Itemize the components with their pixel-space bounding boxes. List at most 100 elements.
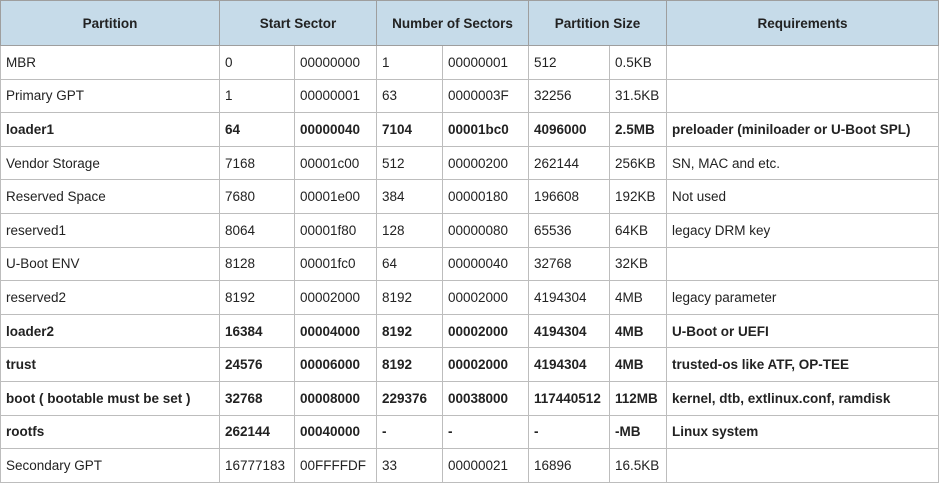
table-row: trust 24576 00006000 8192 00002000 4194304 4MB… — [0, 347, 939, 382]
table-row: loader2 16384 00004000 8192 00002000 4194304 4… — [0, 313, 939, 349]
cell-start-sector-hex: 00000000 — [294, 45, 377, 80]
cell-partition: rootfs — [0, 414, 220, 450]
cell-partition: reserved2 — [0, 280, 220, 315]
cell-number-of-sectors-hex: 00002000 — [442, 347, 529, 382]
partition-table: Partition Start Sector Number of Sectors… — [0, 0, 939, 483]
cell-size-human: 64KB — [608, 212, 668, 248]
cell-size-bytes: 32768 — [528, 246, 610, 282]
cell-partition: Vendor Storage — [0, 145, 220, 181]
cell-start-sector-dec: 64 — [219, 112, 295, 147]
cell-number-of-sectors-dec: 128 — [376, 212, 443, 248]
cell-start-sector-dec: 0 — [219, 45, 295, 80]
cell-number-of-sectors-dec: 7104 — [376, 112, 443, 147]
cell-size-human: 4MB — [608, 313, 668, 349]
table-row: reserved2 8192 00002000 8192 00002000 4194304… — [0, 280, 939, 315]
cell-size-human: 256KB — [608, 145, 668, 181]
cell-requirements: preloader (miniloader or U-Boot SPL) — [666, 112, 939, 147]
cell-number-of-sectors-hex: 00000080 — [442, 212, 529, 248]
cell-number-of-sectors-hex: 0000003F — [442, 78, 529, 114]
cell-partition: loader2 — [0, 313, 220, 349]
cell-requirements: legacy parameter — [666, 280, 939, 315]
cell-start-sector-dec: 8064 — [219, 212, 295, 248]
cell-start-sector-hex: 00001e00 — [294, 179, 377, 214]
cell-requirements — [666, 78, 939, 114]
cell-requirements: Not used — [666, 179, 939, 214]
table-row: Secondary GPT 16777183 00FFFFDF 33 00000021 1… — [0, 448, 939, 483]
cell-partition: Secondary GPT — [0, 448, 220, 483]
cell-start-sector-dec: 24576 — [219, 347, 295, 382]
cell-requirements: SN, MAC and etc. — [666, 145, 939, 181]
header-start-sector: Start Sector — [219, 0, 377, 46]
cell-number-of-sectors-dec: 33 — [376, 448, 443, 483]
cell-size-human: 31.5KB — [608, 78, 668, 114]
cell-start-sector-dec: 7168 — [219, 145, 295, 181]
cell-size-bytes: 4194304 — [528, 347, 610, 382]
cell-size-bytes: 65536 — [528, 212, 610, 248]
cell-requirements: Linux system — [666, 414, 939, 450]
table-row: Primary GPT 1 00000001 63 0000003F 32256 31.5K… — [0, 78, 939, 114]
cell-number-of-sectors-dec: 8192 — [376, 313, 443, 349]
cell-size-bytes: 32256 — [528, 78, 610, 114]
cell-size-bytes: 196608 — [528, 179, 610, 214]
cell-number-of-sectors-hex: 00038000 — [442, 380, 529, 416]
cell-size-human: 4MB — [608, 280, 668, 315]
table-row: rootfs 262144 00040000- - - -MB Linux system — [0, 414, 939, 450]
cell-number-of-sectors-hex: 00000040 — [442, 246, 529, 282]
cell-start-sector-hex: 00001c00 — [294, 145, 377, 181]
cell-start-sector-hex: 00008000 — [294, 380, 377, 416]
cell-size-bytes: 4194304 — [528, 313, 610, 349]
table-row: Reserved Space 7680 00001e00 384 00000180 196… — [0, 179, 939, 214]
cell-number-of-sectors-dec: 384 — [376, 179, 443, 214]
cell-partition: Reserved Space — [0, 179, 220, 214]
cell-number-of-sectors-hex: 00000180 — [442, 179, 529, 214]
cell-start-sector-dec: 262144 — [219, 414, 295, 450]
cell-start-sector-hex: 00001f80 — [294, 212, 377, 248]
cell-start-sector-hex: 00004000 — [294, 313, 377, 349]
table-row: U-Boot ENV 8128 00001fc0 64 00000040 32768 32K… — [0, 246, 939, 282]
cell-requirements — [666, 448, 939, 483]
cell-size-human: 16.5KB — [608, 448, 668, 483]
cell-start-sector-hex: 00000040 — [294, 112, 377, 147]
cell-start-sector-dec: 8192 — [219, 280, 295, 315]
cell-requirements — [666, 45, 939, 80]
cell-start-sector-hex: 00040000 — [294, 414, 377, 450]
table-body: MBR 0 00000000 1 00000001 512 0.5KB Primary GPT… — [0, 45, 939, 483]
cell-partition: boot ( bootable must be set ) — [0, 380, 220, 416]
cell-number-of-sectors-dec: 64 — [376, 246, 443, 282]
table-header-row: Partition Start Sector Number of Sectors… — [0, 0, 939, 46]
cell-size-human: 32KB — [608, 246, 668, 282]
header-number-of-sectors: Number of Sectors — [376, 0, 529, 46]
cell-partition: Primary GPT — [0, 78, 220, 114]
cell-start-sector-hex: 00FFFFDF — [294, 448, 377, 483]
cell-number-of-sectors-hex: 00002000 — [442, 280, 529, 315]
cell-size-human: 192KB — [608, 179, 668, 214]
cell-start-sector-dec: 16777183 — [219, 448, 295, 483]
table-row: reserved1 8064 00001f80 128 00000080 65536 64K… — [0, 212, 939, 248]
cell-start-sector-hex: 00002000 — [294, 280, 377, 315]
cell-number-of-sectors-hex: 00000001 — [442, 45, 529, 80]
header-partition: Partition — [0, 0, 220, 46]
cell-size-human: -MB — [608, 414, 668, 450]
cell-number-of-sectors-dec: 512 — [376, 145, 443, 181]
cell-size-human: 4MB — [608, 347, 668, 382]
cell-requirements: kernel, dtb, extlinux.conf, ramdisk — [666, 380, 939, 416]
cell-start-sector-dec: 7680 — [219, 179, 295, 214]
cell-number-of-sectors-hex: - — [442, 414, 529, 450]
cell-start-sector-hex: 00006000 — [294, 347, 377, 382]
cell-number-of-sectors-dec: 8192 — [376, 280, 443, 315]
table-row: Vendor Storage 7168 00001c00 512 00000200 262… — [0, 145, 939, 181]
cell-requirements: legacy DRM key — [666, 212, 939, 248]
cell-start-sector-hex: 00000001 — [294, 78, 377, 114]
cell-number-of-sectors-hex: 00002000 — [442, 313, 529, 349]
cell-partition: reserved1 — [0, 212, 220, 248]
cell-number-of-sectors-hex: 00000200 — [442, 145, 529, 181]
cell-size-bytes: - — [528, 414, 610, 450]
table-row: boot ( bootable must be set ) 32768 000080… — [0, 380, 939, 416]
cell-requirements: trusted-os like ATF, OP-TEE — [666, 347, 939, 382]
cell-start-sector-hex: 00001fc0 — [294, 246, 377, 282]
cell-size-human: 2.5MB — [608, 112, 668, 147]
cell-size-bytes: 4194304 — [528, 280, 610, 315]
cell-number-of-sectors-dec: 1 — [376, 45, 443, 80]
cell-number-of-sectors-dec: - — [376, 414, 443, 450]
cell-start-sector-dec: 16384 — [219, 313, 295, 349]
